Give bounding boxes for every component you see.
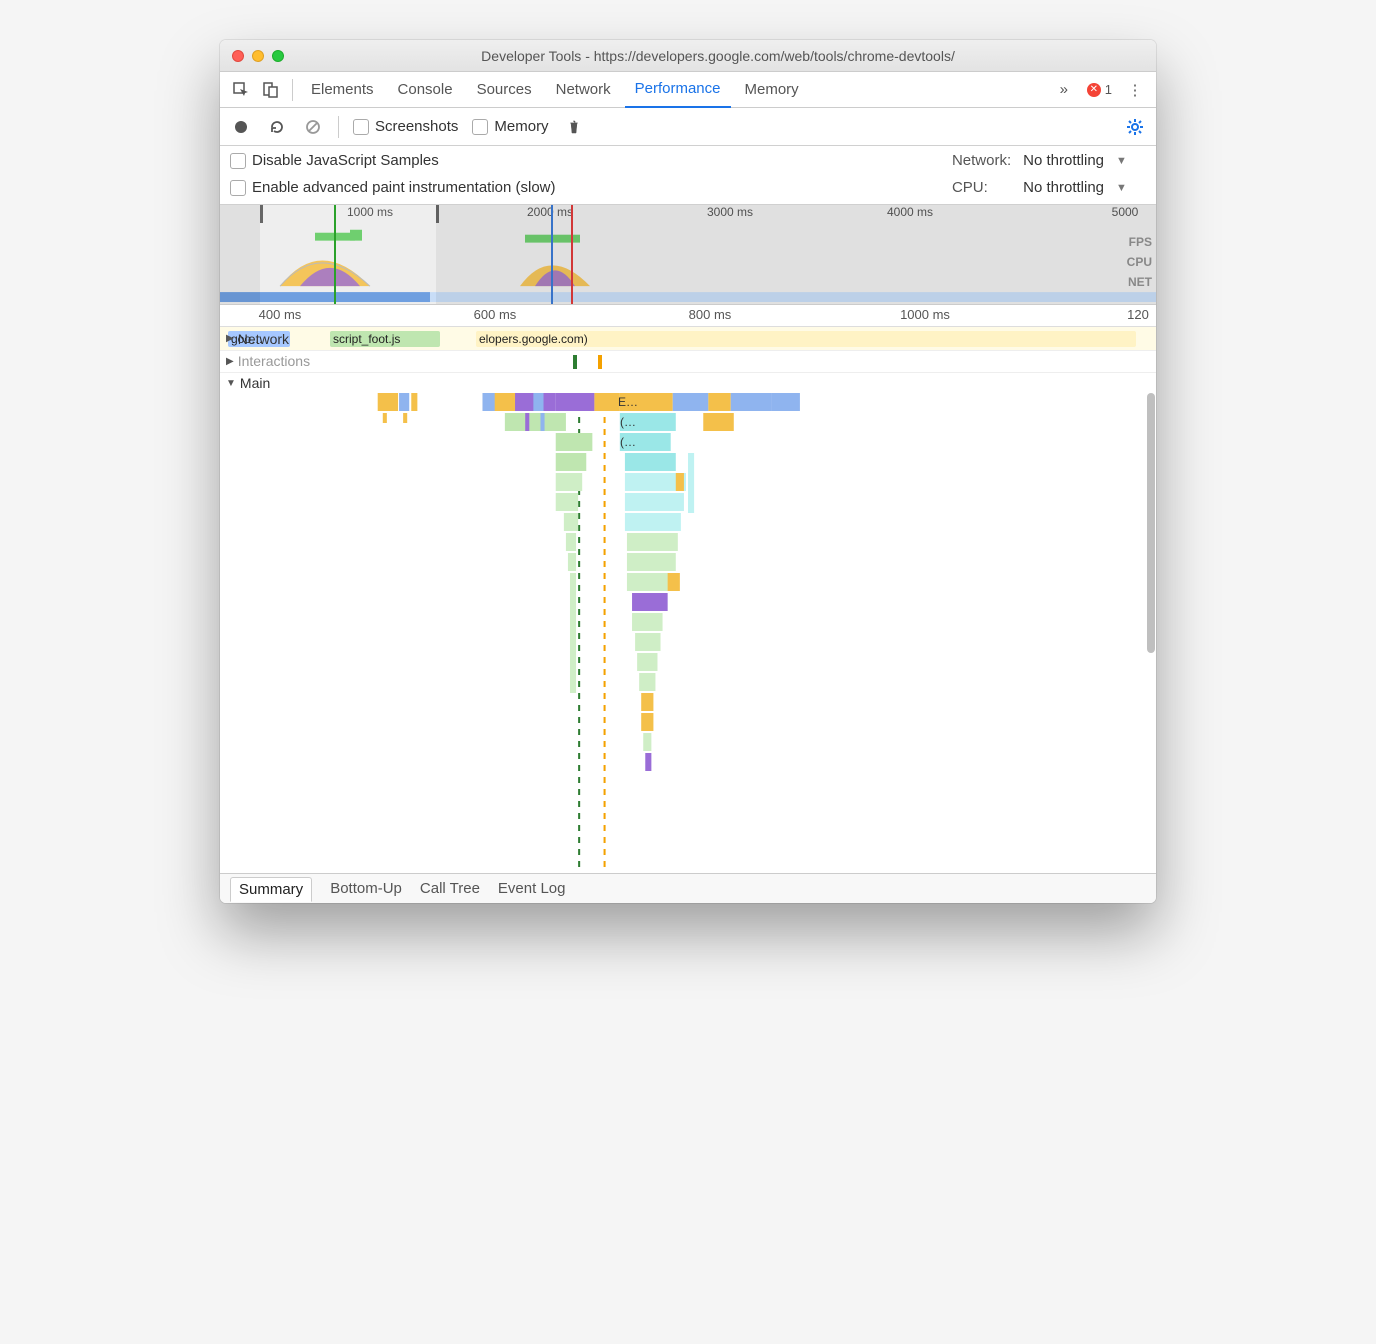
screenshots-label: Screenshots xyxy=(375,118,458,135)
tab-bottom-up[interactable]: Bottom-Up xyxy=(330,880,402,897)
performance-toolbar: Screenshots Memory xyxy=(220,108,1156,146)
ruler-tick: 120 xyxy=(1127,307,1149,322)
overview-chart xyxy=(220,205,1156,304)
cpu-throttle-label: CPU: xyxy=(952,179,1011,196)
ruler-tick: 800 ms xyxy=(689,307,732,322)
cpu-throttle-value[interactable]: No throttling xyxy=(1023,179,1104,196)
disable-js-label: Disable JavaScript Samples xyxy=(252,152,439,169)
maximize-window-button[interactable] xyxy=(272,50,284,62)
checkbox-icon xyxy=(353,119,369,135)
tab-console[interactable]: Console xyxy=(388,72,463,108)
garbage-collect-button[interactable] xyxy=(563,116,585,138)
main-track-label: Main xyxy=(240,375,270,391)
window-title: Developer Tools - https://developers.goo… xyxy=(292,48,1144,64)
ruler-tick: 1000 ms xyxy=(900,307,950,322)
separator xyxy=(338,116,339,138)
screenshots-checkbox[interactable]: Screenshots xyxy=(353,118,458,135)
devtools-tabbar: Elements Console Sources Network Perform… xyxy=(220,72,1156,108)
inspect-element-icon[interactable] xyxy=(228,77,254,103)
titlebar: Developer Tools - https://developers.goo… xyxy=(220,40,1156,72)
tab-network[interactable]: Network xyxy=(546,72,621,108)
network-throttle-label: Network: xyxy=(952,152,1011,169)
minimize-window-button[interactable] xyxy=(252,50,264,62)
devtools-window: Developer Tools - https://developers.goo… xyxy=(220,40,1156,903)
kebab-menu-icon[interactable]: ⋮ xyxy=(1122,77,1148,103)
network-track-label: Network xyxy=(238,331,289,347)
timeline-tracks: ▶Network goo… script_foot.js elopers.goo… xyxy=(220,327,1156,873)
separator xyxy=(292,79,293,101)
enable-paint-label: Enable advanced paint instrumentation (s… xyxy=(252,179,556,196)
ruler-tick: 400 ms xyxy=(259,307,302,322)
overview-lane-labels: FPS CPU NET xyxy=(1127,235,1152,289)
tab-sources[interactable]: Sources xyxy=(467,72,542,108)
window-controls xyxy=(232,50,284,62)
network-request-bar[interactable]: script_foot.js xyxy=(330,331,440,347)
error-count-badge[interactable]: ✕ 1 xyxy=(1087,82,1112,97)
network-track[interactable]: ▶Network goo… script_foot.js elopers.goo… xyxy=(220,327,1156,351)
ruler-tick: 600 ms xyxy=(474,307,517,322)
interactions-mark xyxy=(220,351,1156,372)
enable-paint-checkbox[interactable]: Enable advanced paint instrumentation (s… xyxy=(230,179,940,196)
checkbox-icon xyxy=(230,153,246,169)
fps-lane-label: FPS xyxy=(1127,235,1152,249)
reload-record-button[interactable] xyxy=(266,116,288,138)
checkbox-icon xyxy=(230,180,246,196)
cpu-lane-label: CPU xyxy=(1127,255,1152,269)
device-toolbar-icon[interactable] xyxy=(258,77,284,103)
dropdown-icon[interactable]: ▼ xyxy=(1116,182,1146,194)
collapse-icon[interactable]: ▼ xyxy=(226,378,236,389)
tab-call-tree[interactable]: Call Tree xyxy=(420,880,480,897)
detail-ruler[interactable]: 400 ms 600 ms 800 ms 1000 ms 120 xyxy=(220,305,1156,327)
checkbox-icon xyxy=(472,119,488,135)
close-window-button[interactable] xyxy=(232,50,244,62)
tab-summary[interactable]: Summary xyxy=(230,877,312,902)
memory-checkbox[interactable]: Memory xyxy=(472,118,548,135)
net-lane-label: NET xyxy=(1127,275,1152,289)
details-tabbar: Summary Bottom-Up Call Tree Event Log xyxy=(220,873,1156,903)
overview-timeline[interactable]: 1000 ms 2000 ms 3000 ms 4000 ms 5000 xyxy=(220,205,1156,305)
capture-settings-button[interactable] xyxy=(1124,116,1146,138)
error-count: 1 xyxy=(1105,82,1112,97)
flame-chart-svg xyxy=(220,393,1156,873)
expand-icon[interactable]: ▶ xyxy=(226,333,234,344)
record-button[interactable] xyxy=(230,116,252,138)
clear-button[interactable] xyxy=(302,116,324,138)
network-throttle-value[interactable]: No throttling xyxy=(1023,152,1104,169)
memory-label: Memory xyxy=(494,118,548,135)
error-icon: ✕ xyxy=(1087,83,1101,97)
tab-performance[interactable]: Performance xyxy=(625,72,731,108)
scrollbar-thumb[interactable] xyxy=(1147,393,1155,653)
disable-js-samples-checkbox[interactable]: Disable JavaScript Samples xyxy=(230,152,940,169)
more-tabs-icon[interactable]: » xyxy=(1051,77,1077,103)
dropdown-icon[interactable]: ▼ xyxy=(1116,155,1146,167)
vertical-scrollbar[interactable] xyxy=(1146,393,1156,873)
tab-event-log[interactable]: Event Log xyxy=(498,880,566,897)
interactions-track[interactable]: ▶Interactions xyxy=(220,351,1156,373)
network-request-bar[interactable]: elopers.google.com) xyxy=(476,331,1136,347)
main-track[interactable]: ▼ Main xyxy=(220,373,1156,873)
tab-elements[interactable]: Elements xyxy=(301,72,384,108)
tab-memory[interactable]: Memory xyxy=(735,72,809,108)
flame-chart[interactable]: E… (… (… xyxy=(220,393,1156,873)
capture-options: Disable JavaScript Samples Network: No t… xyxy=(220,146,1156,205)
